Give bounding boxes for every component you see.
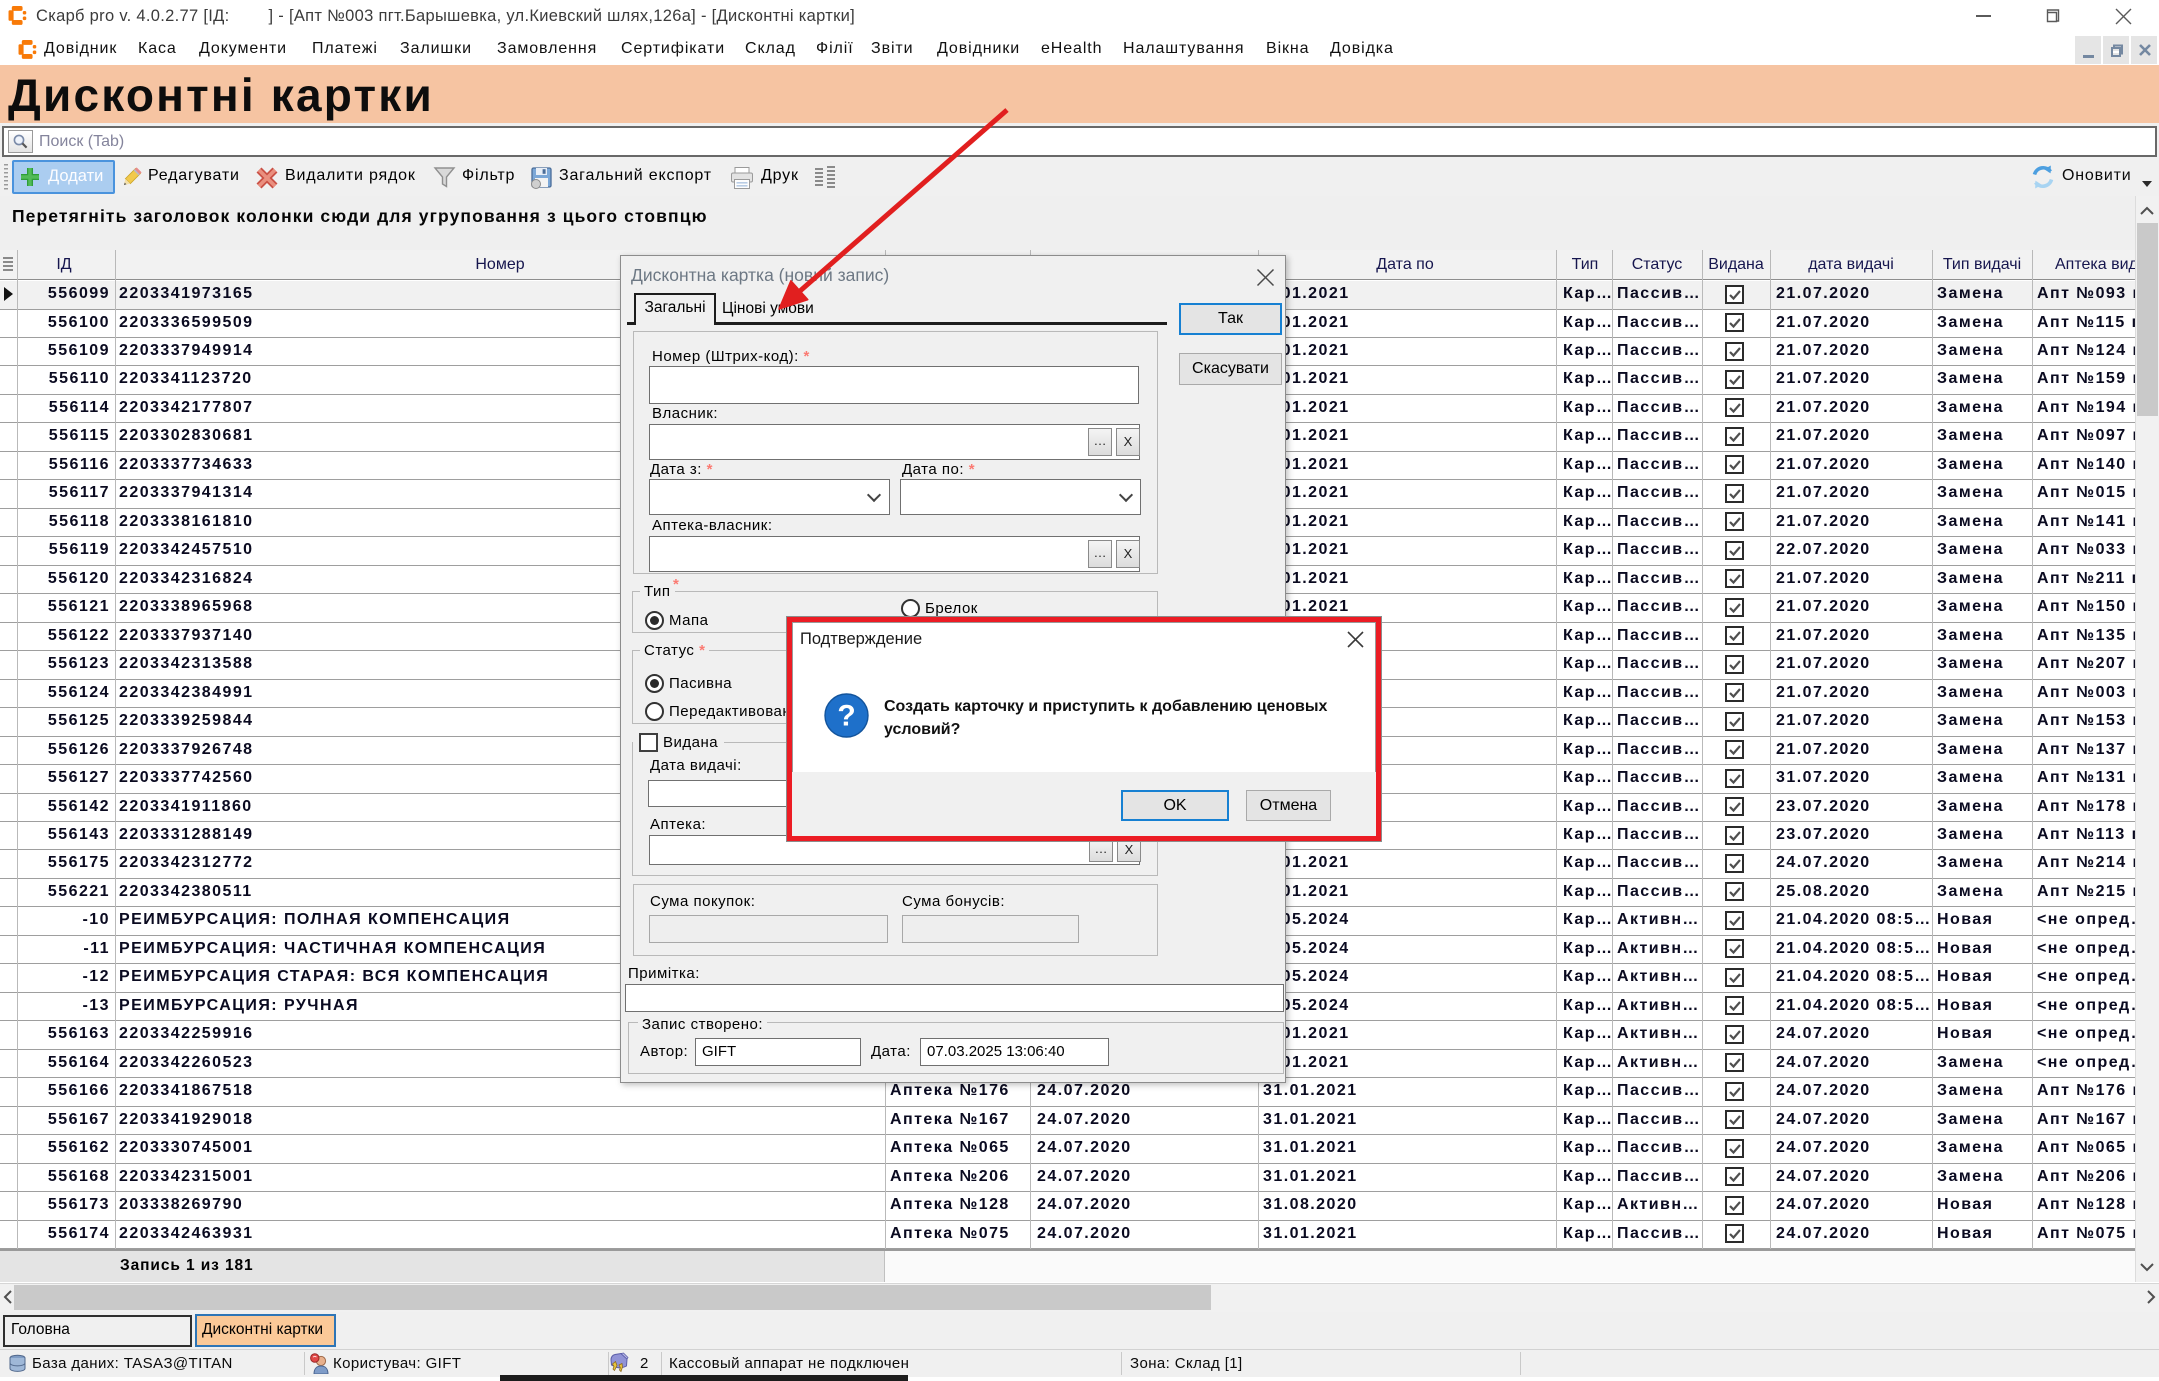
svg-text:?: ? <box>837 700 855 733</box>
